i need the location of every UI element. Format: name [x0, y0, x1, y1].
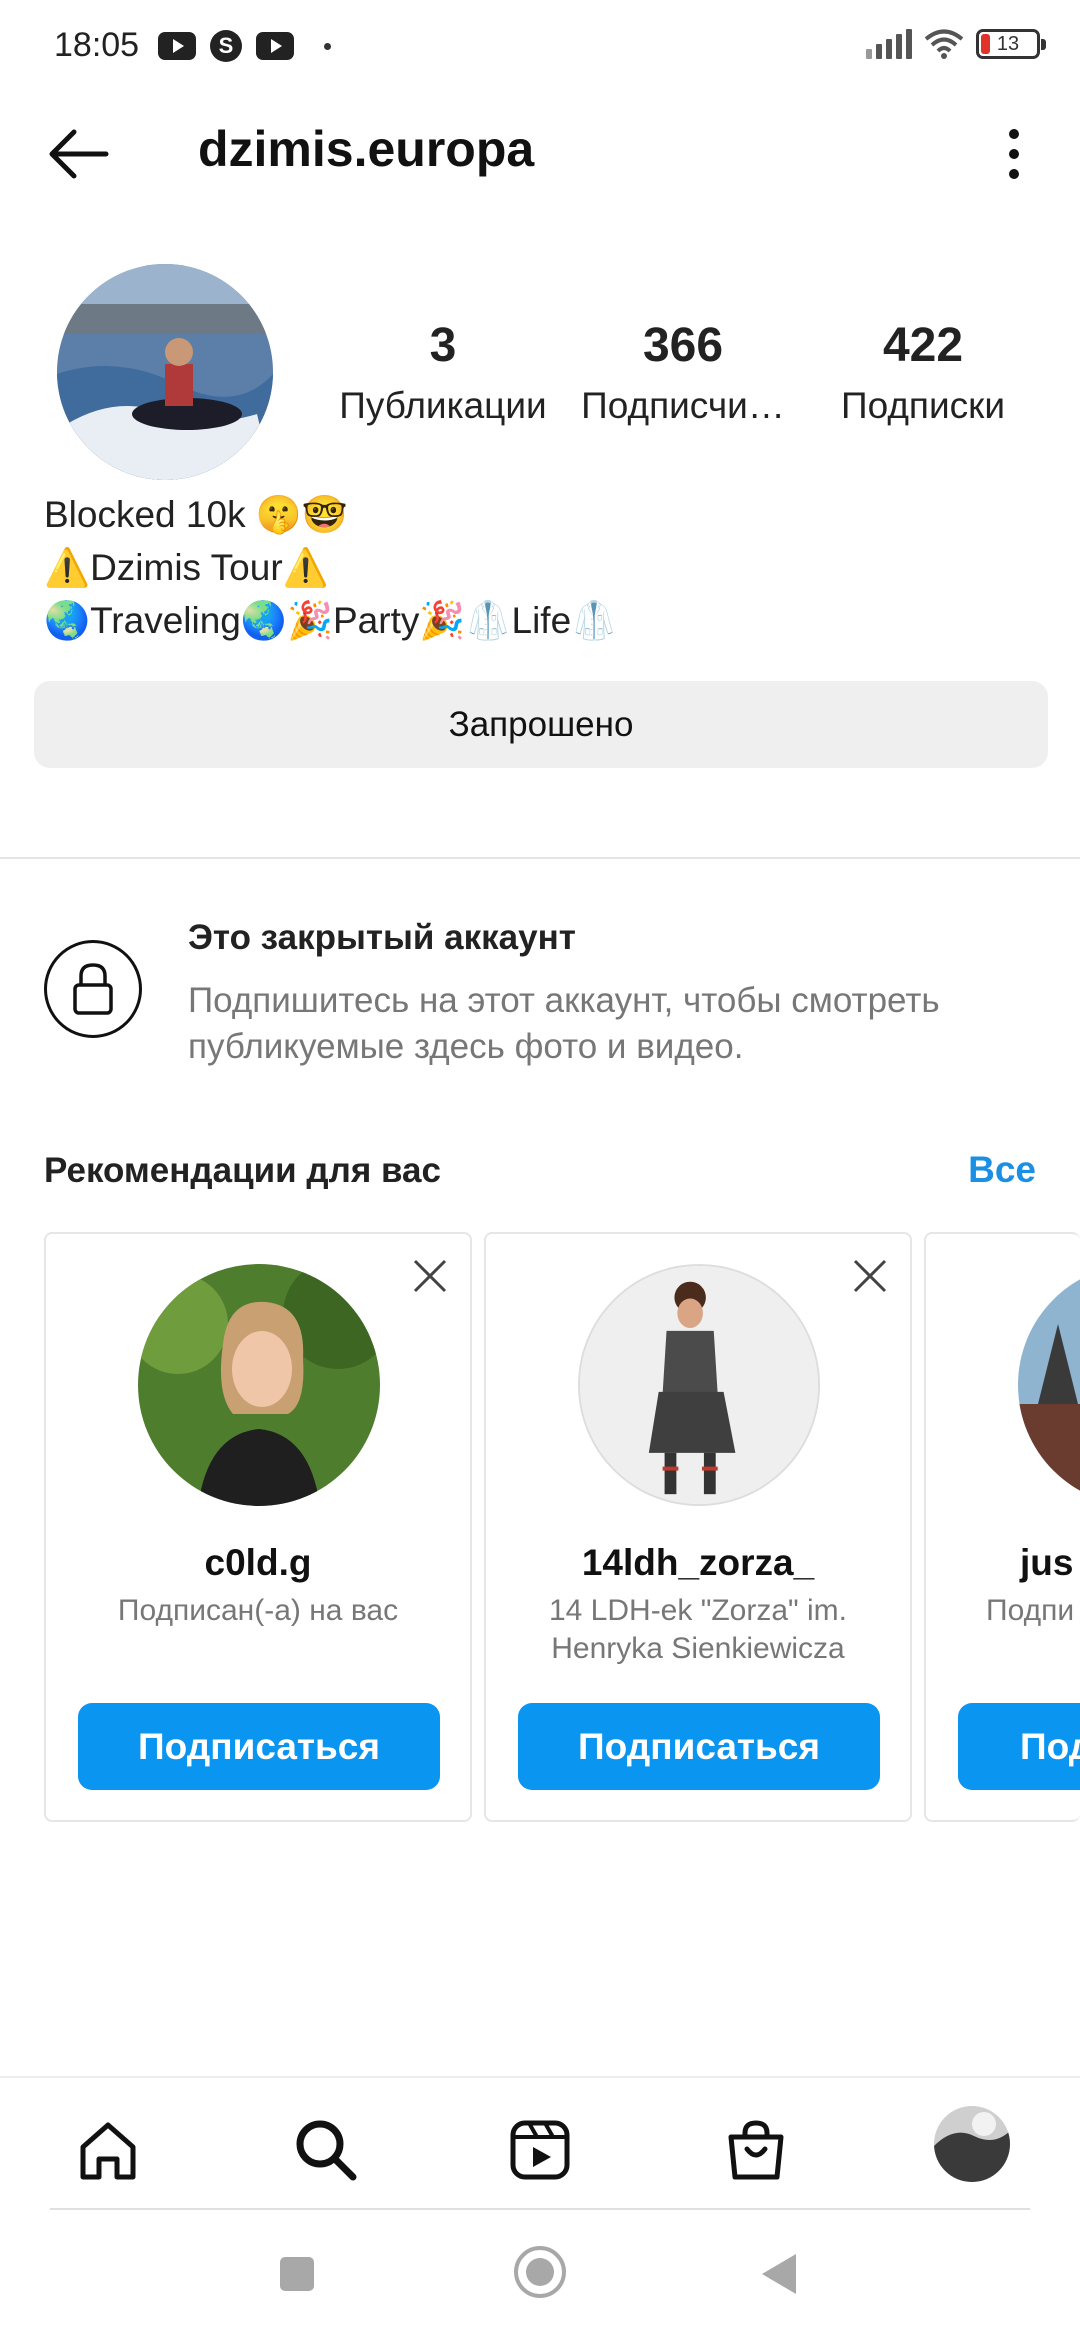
stat-posts-value: 3: [429, 319, 457, 372]
bio-line-3: 🌏Traveling🌏🎉Party🎉🥼Life🥼: [44, 600, 618, 641]
stat-followers-label: Подписчи…: [581, 385, 785, 426]
recent-apps-button[interactable]: [280, 2257, 314, 2291]
suggestion-card[interactable]: jus Подпи Под: [924, 1232, 1080, 1822]
close-icon[interactable]: [412, 1258, 448, 1294]
stat-posts[interactable]: 3 Публикации: [323, 318, 563, 427]
status-app-icons: S: [158, 30, 331, 62]
system-divider: [50, 2208, 1030, 2210]
requested-button[interactable]: Запрошено: [34, 681, 1048, 768]
close-icon[interactable]: [852, 1258, 888, 1294]
arrow-left-icon[interactable]: [44, 124, 114, 184]
profile-avatar[interactable]: [57, 264, 273, 480]
lock-icon: [44, 940, 142, 1038]
follow-button[interactable]: Под: [958, 1703, 1080, 1790]
suggestion-username[interactable]: jus: [1020, 1542, 1080, 1584]
s-app-icon: S: [210, 30, 242, 62]
stat-following-value: 422: [882, 319, 964, 372]
suggestion-card[interactable]: 14ldh_zorza_ 14 LDH-ek "Zorza" im. Henry…: [484, 1232, 912, 1822]
stat-followers[interactable]: 366 Подписчи…: [563, 318, 803, 427]
suggestion-subtitle: 14 LDH-ek "Zorza" im. Henryka Sienkiewic…: [548, 1594, 848, 1665]
suggestion-subtitle: Подписан(-а) на вас: [117, 1594, 399, 1627]
shop-icon[interactable]: [716, 2110, 796, 2190]
battery-icon: 13: [976, 29, 1046, 59]
stat-posts-label: Публикации: [339, 385, 547, 426]
suggestion-avatar[interactable]: [138, 1264, 380, 1506]
section-divider: [0, 857, 1080, 859]
stat-following-label: Подписки: [840, 385, 1005, 426]
see-all-link[interactable]: Все: [968, 1149, 1036, 1191]
youtube-icon: [256, 32, 294, 60]
profile-username: dzimis.europa: [198, 121, 535, 177]
suggestion-avatar[interactable]: [1018, 1264, 1080, 1506]
search-icon[interactable]: [286, 2110, 366, 2190]
bio-line-1: Blocked 10k 🤫🤓: [44, 494, 348, 535]
follow-button[interactable]: Подписаться: [518, 1703, 880, 1790]
home-button[interactable]: [514, 2246, 566, 2298]
suggestion-username[interactable]: c0ld.g: [46, 1542, 470, 1584]
signal-icon: [866, 29, 912, 59]
suggestion-username[interactable]: 14ldh_zorza_: [486, 1542, 910, 1584]
more-vertical-icon[interactable]: [984, 124, 1044, 184]
nav-divider: [0, 2076, 1080, 2078]
bio-line-2: ⚠️Dzimis Tour⚠️: [44, 547, 329, 588]
status-time: 18:05: [54, 26, 140, 64]
stat-followers-value: 366: [642, 319, 724, 372]
profile-avatar[interactable]: [934, 2106, 1010, 2182]
suggestions-title: Рекомендации для вас: [44, 1151, 441, 1190]
youtube-icon: [158, 32, 196, 60]
suggestion-subtitle: Подпи: [986, 1594, 1075, 1627]
wifi-icon: [924, 29, 964, 59]
notification-dot: [324, 42, 331, 50]
stat-following[interactable]: 422 Подписки: [803, 318, 1043, 427]
reels-icon[interactable]: [500, 2110, 580, 2190]
private-account-description: Подпишитесь на этот аккаунт, чтобы смотр…: [188, 981, 940, 1066]
suggestion-card[interactable]: c0ld.g Подписан(-а) на вас Подписаться: [44, 1232, 472, 1822]
follow-button[interactable]: Подписаться: [78, 1703, 440, 1790]
suggestion-avatar[interactable]: [578, 1264, 820, 1506]
status-system-icons: 13: [866, 28, 1046, 60]
battery-level: 13: [996, 32, 1020, 55]
back-button[interactable]: [762, 2254, 796, 2294]
home-icon[interactable]: [68, 2110, 148, 2190]
private-account-title: Это закрытый аккаунт: [188, 918, 576, 957]
